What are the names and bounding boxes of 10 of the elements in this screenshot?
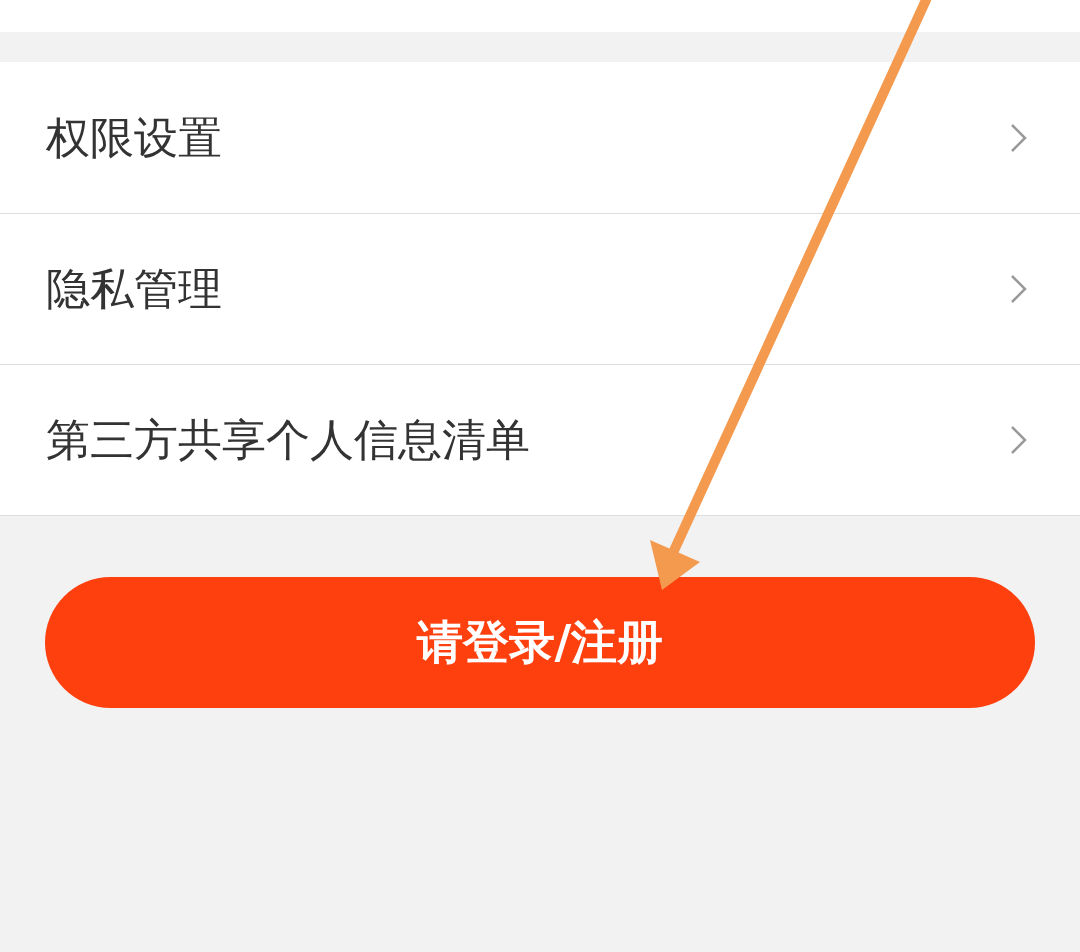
chevron-right-icon	[1010, 122, 1028, 153]
chevron-right-icon	[1010, 274, 1028, 304]
settings-row[interactable]: 权限设置	[0, 62, 1080, 213]
login-button[interactable]: 请登录/注册	[45, 577, 1035, 708]
row-label: 权限设置	[46, 110, 222, 165]
row-label: 第三方共享个人信息清单	[46, 413, 530, 467]
row-label: 隐私管理	[46, 262, 222, 316]
settings-row[interactable]: 第三方共享个人信息清单	[0, 364, 1080, 515]
chevron-right-icon	[1010, 425, 1028, 455]
settings-row[interactable]: 隐私管理	[0, 213, 1080, 364]
